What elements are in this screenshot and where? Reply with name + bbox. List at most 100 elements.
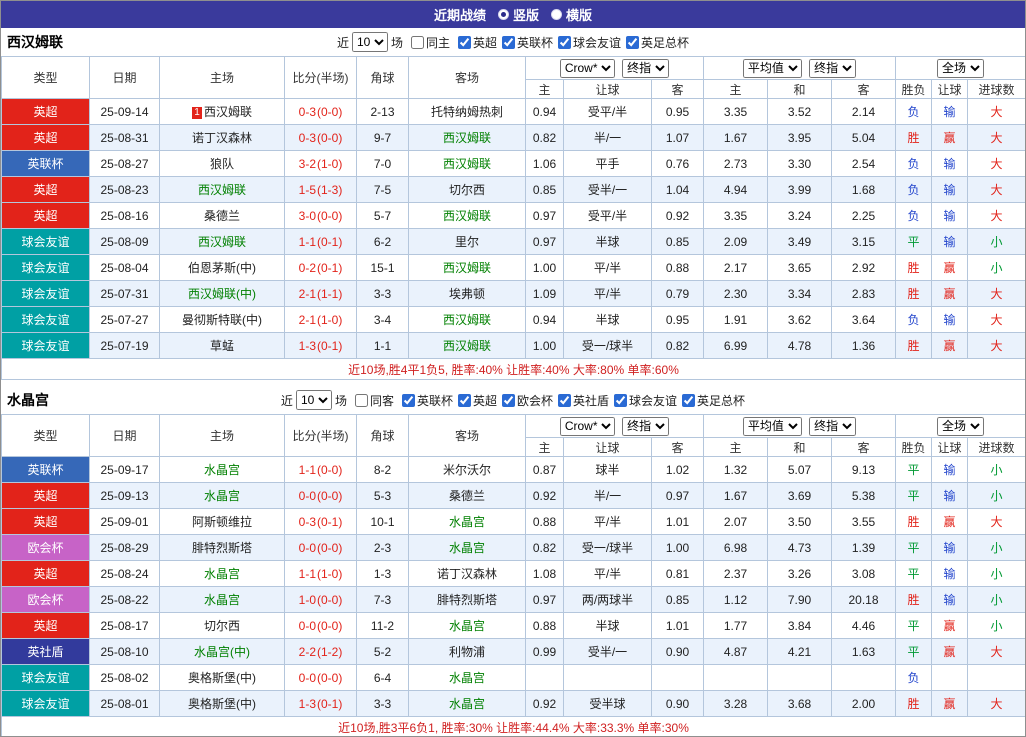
recent-count-select[interactable]: 10 bbox=[295, 390, 332, 410]
half-time-score: (0-1) bbox=[317, 338, 343, 353]
result-outcome: 负 bbox=[895, 150, 933, 177]
same-venue-label: 同客 bbox=[369, 393, 394, 408]
col-header-home: 主场 bbox=[159, 414, 285, 457]
league-checkbox[interactable] bbox=[614, 393, 628, 407]
home-team-cell: 伯恩茅斯(中) bbox=[159, 254, 285, 281]
result-handicap: 赢 bbox=[931, 254, 969, 281]
score-cell: 1-1(1-0) bbox=[284, 560, 357, 587]
odds-time-select[interactable]: 终指 bbox=[622, 416, 670, 436]
odds-home: 0.82 bbox=[525, 534, 564, 561]
same-venue-checkbox[interactable] bbox=[410, 35, 424, 49]
result-handicap: 输 bbox=[931, 228, 969, 255]
avg-home: 1.12 bbox=[703, 586, 768, 613]
league-filter[interactable]: 欧会杯 bbox=[497, 392, 553, 409]
half-time-score: (0-0) bbox=[317, 592, 343, 607]
layout-option-vertical[interactable]: 竖版 bbox=[497, 5, 539, 24]
avg-away: 1.68 bbox=[830, 176, 897, 203]
league-checkbox[interactable] bbox=[502, 393, 515, 407]
filter-bar: 近 10 场 同主 英超 英联杯 球会友谊 英足总杯 bbox=[337, 32, 689, 52]
full-time-score: 0-3 bbox=[298, 514, 316, 529]
home-team-name: 水晶宫 bbox=[203, 593, 240, 607]
recent-label: 近 bbox=[280, 393, 293, 408]
result-handicap: 赢 bbox=[931, 280, 969, 307]
league-filter[interactable]: 英联杯 bbox=[397, 392, 453, 409]
odds-handicap: 平手 bbox=[563, 150, 652, 177]
league-filter[interactable]: 英超 bbox=[453, 392, 497, 409]
same-venue-checkbox[interactable] bbox=[354, 393, 368, 407]
corner-count: 10-1 bbox=[356, 508, 409, 535]
away-team-name: 西汉姆联 bbox=[442, 209, 491, 223]
average-time-select[interactable]: 终指 bbox=[809, 416, 857, 436]
odds-home: 0.99 bbox=[525, 638, 564, 665]
league-filter[interactable]: 球会友谊 bbox=[609, 392, 677, 409]
sub-header-avg-draw: 和 bbox=[767, 437, 832, 457]
corner-count: 11-2 bbox=[356, 612, 409, 639]
league-checkbox[interactable] bbox=[457, 35, 471, 49]
corner-count: 1-3 bbox=[356, 560, 409, 587]
same-venue-filter[interactable]: 同主 bbox=[406, 34, 450, 51]
league-type-badge: 英超 bbox=[1, 202, 90, 229]
same-venue-filter[interactable]: 同客 bbox=[350, 392, 394, 409]
avg-home: 1.67 bbox=[703, 482, 768, 509]
scope-select[interactable]: 全场 bbox=[937, 416, 985, 436]
avg-home: 2.30 bbox=[703, 280, 768, 307]
radio-unselected-icon[interactable] bbox=[551, 9, 562, 20]
corner-count: 3-4 bbox=[356, 306, 409, 333]
league-checkbox[interactable] bbox=[558, 35, 572, 49]
league-filter[interactable]: 英超 bbox=[453, 34, 497, 51]
away-team-cell: 水晶宫 bbox=[408, 690, 526, 717]
avg-draw: 3.50 bbox=[767, 508, 832, 535]
league-filter[interactable]: 英社盾 bbox=[553, 392, 609, 409]
avg-draw: 4.21 bbox=[767, 638, 832, 665]
league-filter[interactable]: 英联杯 bbox=[497, 34, 553, 51]
result-outcome: 负 bbox=[895, 98, 933, 125]
average-select[interactable]: 平均值 bbox=[742, 416, 802, 436]
league-filter[interactable]: 英足总杯 bbox=[677, 392, 745, 409]
avg-away: 5.04 bbox=[830, 124, 897, 151]
topbar: 近期战绩 竖版 横版 bbox=[1, 1, 1025, 28]
avg-draw: 3.99 bbox=[767, 176, 832, 203]
avg-away: 3.15 bbox=[830, 228, 897, 255]
league-filter[interactable]: 球会友谊 bbox=[553, 34, 621, 51]
score-cell: 1-1(0-0) bbox=[284, 456, 357, 483]
home-team-name: 腓特烈斯塔 bbox=[191, 541, 252, 555]
odds-company-select[interactable]: Crow* bbox=[559, 58, 615, 78]
league-filter[interactable]: 英足总杯 bbox=[621, 34, 689, 51]
recent-label: 近 bbox=[336, 35, 349, 50]
avg-away: 1.36 bbox=[830, 332, 897, 359]
scope-select[interactable]: 全场 bbox=[937, 58, 985, 78]
league-checkbox[interactable] bbox=[682, 393, 696, 407]
match-date: 25-08-16 bbox=[89, 202, 160, 229]
league-type-badge: 英超 bbox=[1, 508, 90, 535]
average-time-select[interactable]: 终指 bbox=[809, 58, 857, 78]
avg-draw: 3.30 bbox=[767, 150, 832, 177]
full-time-score: 1-3 bbox=[298, 338, 316, 353]
match-date: 25-08-04 bbox=[89, 254, 160, 281]
league-checkbox[interactable] bbox=[457, 393, 471, 407]
col-header-corner: 角球 bbox=[356, 56, 409, 99]
league-type-badge: 英超 bbox=[1, 482, 90, 509]
odds-home: 0.92 bbox=[525, 482, 564, 509]
full-time-score: 2-1 bbox=[298, 286, 316, 301]
league-checkbox[interactable] bbox=[401, 393, 415, 407]
league-checkbox[interactable] bbox=[626, 35, 640, 49]
odds-away: 0.76 bbox=[651, 150, 704, 177]
layout-option-horizontal[interactable]: 横版 bbox=[551, 5, 592, 24]
league-checkbox[interactable] bbox=[502, 35, 515, 49]
odds-away: 0.90 bbox=[651, 690, 704, 717]
recent-count-select[interactable]: 10 bbox=[351, 32, 388, 52]
team-name: 水晶宫 bbox=[7, 392, 49, 408]
sub-header-avg-away: 客 bbox=[830, 437, 897, 457]
odds-time-select[interactable]: 终指 bbox=[622, 58, 670, 78]
layout-option-horizontal-label: 横版 bbox=[566, 8, 593, 23]
result-handicap: 赢 bbox=[931, 508, 969, 535]
average-select[interactable]: 平均值 bbox=[742, 58, 802, 78]
league-checkbox[interactable] bbox=[558, 393, 572, 407]
odds-company-select[interactable]: Crow* bbox=[559, 416, 615, 436]
avg-draw: 3.62 bbox=[767, 306, 832, 333]
league-filter-label: 英超 bbox=[472, 393, 497, 408]
radio-selected-icon[interactable] bbox=[497, 9, 509, 20]
half-time-score: (0-0) bbox=[317, 462, 343, 477]
avg-home: 3.28 bbox=[703, 690, 768, 717]
result-outcome: 胜 bbox=[895, 586, 933, 613]
